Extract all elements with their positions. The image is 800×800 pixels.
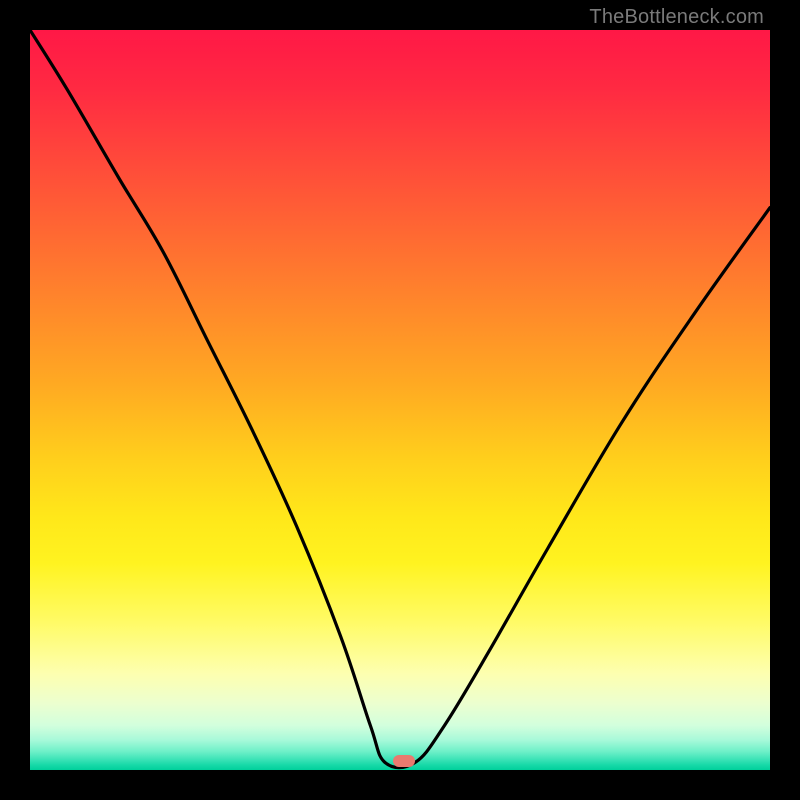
chart-frame: TheBottleneck.com [0,0,800,800]
watermark-text: TheBottleneck.com [589,6,764,29]
plot-area [30,30,770,770]
bottleneck-curve [30,30,770,770]
optimal-marker [393,755,415,767]
